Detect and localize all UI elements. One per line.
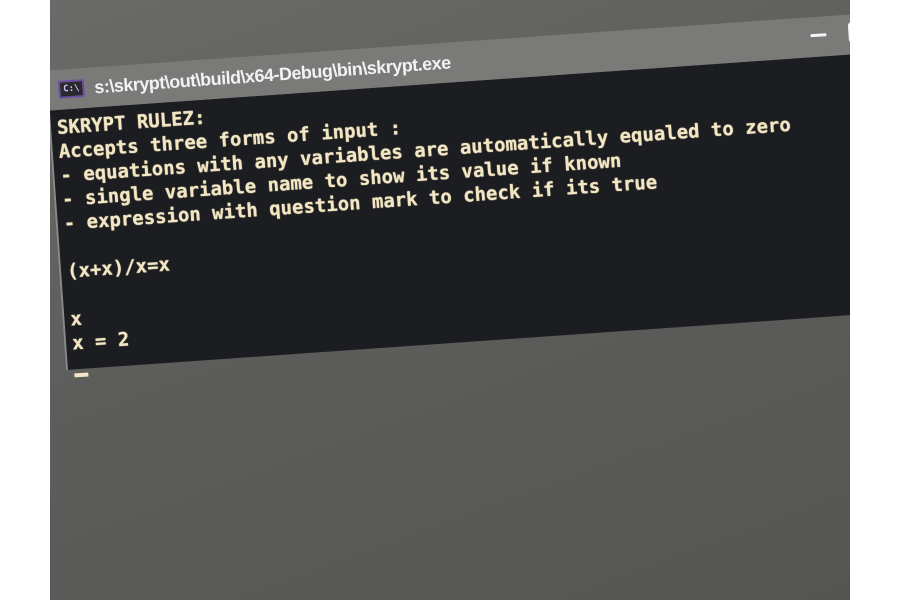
minimize-button[interactable]: [804, 22, 834, 48]
text-cursor: [74, 372, 89, 378]
photo-background: C:\ s:\skrypt\out\build\x64-Debug\bin\sk…: [50, 0, 850, 600]
maximize-button[interactable]: [844, 19, 850, 45]
console-app-icon: C:\: [57, 79, 86, 99]
console-window: C:\ s:\skrypt\out\build\x64-Debug\bin\sk…: [50, 9, 850, 378]
